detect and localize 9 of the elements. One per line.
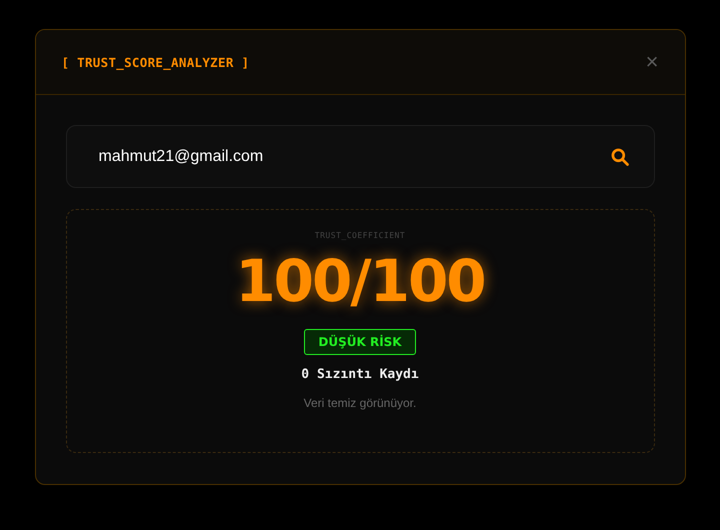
leak-count: 0 Sızıntı Kaydı (301, 367, 419, 382)
risk-badge: DÜŞÜK RİSK (304, 329, 416, 355)
trust-score: 100/100 (235, 246, 485, 316)
search-bar[interactable]: mahmut21@gmail.com (66, 125, 654, 188)
search-field[interactable]: mahmut21@gmail.com (96, 146, 610, 166)
score-caption: TRUST_COEFFICIENT (314, 231, 406, 240)
dialog-title: [ TRUST_SCORE_ANALYZER ] (62, 54, 250, 70)
search-icon[interactable] (610, 146, 630, 166)
result-note: Veri temiz görünüyor. (304, 396, 416, 410)
